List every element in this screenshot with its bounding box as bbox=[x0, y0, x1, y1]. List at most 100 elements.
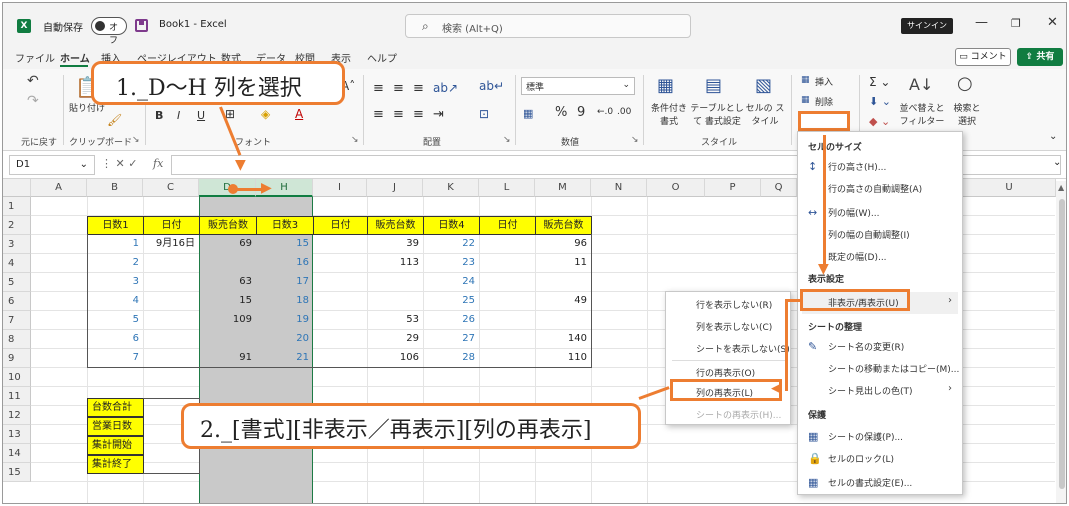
table-header-cell[interactable]: 日付 bbox=[479, 216, 536, 235]
save-icon[interactable] bbox=[135, 19, 148, 32]
italic-button[interactable]: I bbox=[177, 109, 180, 122]
autosave-toggle[interactable]: オフ bbox=[91, 17, 127, 46]
column-header[interactable]: L bbox=[479, 179, 535, 197]
restore-icon[interactable]: ❐ bbox=[1011, 17, 1021, 30]
tab-home[interactable]: ホーム bbox=[60, 50, 90, 65]
submenu-item-hide-columns[interactable]: 列を表示しない(C) bbox=[696, 320, 772, 333]
menu-item-row-autofit[interactable]: 行の高さの自動調整(A) bbox=[828, 182, 922, 195]
submenu-item-hide-rows[interactable]: 行を表示しない(R) bbox=[696, 298, 772, 311]
menu-item-column-width[interactable]: 列の幅(W)... bbox=[828, 206, 880, 219]
align-top-icon[interactable]: ≡ bbox=[373, 81, 384, 96]
column-header[interactable]: I bbox=[313, 179, 367, 197]
row-header[interactable]: 6 bbox=[3, 292, 31, 311]
merge-center-icon[interactable]: ⊡ bbox=[479, 107, 489, 121]
align-middle-icon[interactable]: ≡ bbox=[393, 81, 404, 96]
search-box[interactable]: ⌕ 検索 (Alt+Q) bbox=[405, 14, 691, 38]
summary-label[interactable]: 営業日数 bbox=[87, 417, 144, 436]
tab-file[interactable]: ファイル bbox=[15, 50, 55, 65]
table-header-cell[interactable]: 販売台数 bbox=[535, 216, 592, 235]
table-header-cell[interactable]: 日数1 bbox=[87, 216, 144, 235]
column-header[interactable]: Q bbox=[761, 179, 797, 197]
row-header[interactable]: 12 bbox=[3, 406, 31, 425]
number-format-select[interactable]: 標準 ⌄ bbox=[521, 77, 635, 95]
column-header[interactable]: A bbox=[31, 179, 87, 197]
column-header[interactable]: P bbox=[705, 179, 761, 197]
column-header[interactable]: M bbox=[535, 179, 591, 197]
font-launcher-icon[interactable]: ↘ bbox=[351, 135, 359, 145]
clear-icon[interactable]: ◆ ⌄ bbox=[869, 115, 890, 128]
align-center-icon[interactable]: ≡ bbox=[393, 107, 404, 122]
column-header[interactable]: K bbox=[423, 179, 479, 197]
decrease-decimal-icon[interactable]: .00 bbox=[617, 107, 631, 117]
table-header-cell[interactable]: 販売台数 bbox=[199, 216, 257, 235]
scroll-up-icon[interactable]: ▲ bbox=[1058, 183, 1064, 192]
align-right-icon[interactable]: ≡ bbox=[413, 107, 424, 122]
column-header[interactable]: B bbox=[87, 179, 143, 197]
menu-item-default-width[interactable]: 既定の幅(D)... bbox=[828, 250, 887, 263]
find-select-icon[interactable]: ○ bbox=[957, 73, 973, 94]
column-header[interactable]: O bbox=[647, 179, 705, 197]
menu-item-move-copy[interactable]: シートの移動またはコピー(M)... bbox=[828, 362, 959, 375]
table-header-cell[interactable]: 販売台数 bbox=[367, 216, 424, 235]
cell-style-icon[interactable]: ▧ bbox=[755, 75, 772, 96]
row-header[interactable]: 9 bbox=[3, 349, 31, 368]
orientation-icon[interactable]: ab↗ bbox=[433, 81, 458, 95]
percent-button[interactable]: % bbox=[555, 105, 567, 120]
vertical-scrollbar[interactable]: ▲ bbox=[1056, 181, 1066, 503]
row-header[interactable]: 15 bbox=[3, 463, 31, 482]
row-header[interactable]: 3 bbox=[3, 235, 31, 254]
formula-expand-icon[interactable]: ⌄ bbox=[1053, 157, 1061, 168]
menu-item-protect-sheet[interactable]: シートの保護(P)... bbox=[828, 430, 903, 443]
fill-color-icon[interactable]: ◈ bbox=[261, 107, 270, 121]
clipboard-launcher-icon[interactable]: ↘ bbox=[132, 135, 140, 145]
align-left-icon[interactable]: ≡ bbox=[373, 107, 384, 122]
row-header[interactable]: 13 bbox=[3, 425, 31, 444]
find-select-label[interactable]: 検索と 選択 bbox=[949, 101, 985, 127]
select-all-corner[interactable] bbox=[3, 179, 31, 197]
delete-cells-button[interactable]: 削除 bbox=[815, 95, 833, 108]
row-header[interactable]: 10 bbox=[3, 368, 31, 387]
increase-decimal-icon[interactable]: ←.0 bbox=[597, 107, 613, 117]
menu-item-row-height[interactable]: 行の高さ(H)... bbox=[828, 160, 886, 173]
summary-label[interactable]: 集計開始 bbox=[87, 436, 144, 455]
summary-label[interactable]: 集計終了 bbox=[87, 455, 144, 474]
share-button[interactable]: ⇪ 共有 bbox=[1017, 48, 1063, 66]
row-header[interactable]: 4 bbox=[3, 254, 31, 273]
currency-icon[interactable]: ▦ bbox=[523, 107, 533, 120]
row-header[interactable]: 1 bbox=[3, 197, 31, 216]
undo-icon[interactable]: ↶ bbox=[27, 73, 39, 89]
font-color-icon[interactable]: A bbox=[295, 107, 303, 121]
cancel-icon[interactable]: ⋮ ✕ ✓ bbox=[101, 157, 137, 170]
insert-cells-icon[interactable]: ▦ bbox=[801, 75, 810, 85]
comma-button[interactable]: 9 bbox=[577, 105, 585, 120]
column-header[interactable]: J bbox=[367, 179, 423, 197]
conditional-format-icon[interactable]: ▦ bbox=[657, 75, 674, 96]
tab-help[interactable]: ヘルプ bbox=[367, 50, 397, 65]
wrap-text-icon[interactable]: ab↵ bbox=[479, 79, 504, 93]
submenu-item-unhide-rows[interactable]: 行の再表示(O) bbox=[696, 366, 755, 379]
sort-filter-label[interactable]: 並べ替えと フィルター bbox=[899, 101, 945, 127]
table-header-cell[interactable]: 日数3 bbox=[256, 216, 314, 235]
delete-cells-icon[interactable]: ▦ bbox=[801, 95, 810, 105]
close-icon[interactable]: ✕ bbox=[1047, 15, 1058, 30]
table-header-cell[interactable]: 日付 bbox=[313, 216, 368, 235]
menu-item-rename-sheet[interactable]: シート名の変更(R) bbox=[828, 340, 904, 353]
table-header-cell[interactable]: 日付 bbox=[143, 216, 200, 235]
column-header[interactable]: N bbox=[591, 179, 647, 197]
row-header[interactable]: 11 bbox=[3, 387, 31, 406]
scroll-thumb[interactable] bbox=[1059, 199, 1065, 489]
row-header[interactable]: 14 bbox=[3, 444, 31, 463]
table-header-cell[interactable]: 日数4 bbox=[423, 216, 480, 235]
align-bottom-icon[interactable]: ≡ bbox=[413, 81, 424, 96]
minimize-icon[interactable]: — bbox=[975, 15, 988, 30]
comment-button[interactable]: ▭ コメント bbox=[955, 48, 1011, 66]
insert-cells-button[interactable]: 挿入 bbox=[815, 75, 833, 88]
row-header[interactable]: 5 bbox=[3, 273, 31, 292]
row-header[interactable]: 8 bbox=[3, 330, 31, 349]
indent-icon[interactable]: ⇥ bbox=[433, 107, 444, 122]
menu-item-column-autofit[interactable]: 列の幅の自動調整(I) bbox=[828, 228, 910, 241]
signin-button[interactable]: サインイン bbox=[901, 18, 953, 34]
cell-style-label[interactable]: セルの スタイル bbox=[745, 101, 785, 127]
conditional-format-label[interactable]: 条件付き 書式 bbox=[649, 101, 689, 127]
menu-item-format-cells[interactable]: セルの書式設定(E)... bbox=[828, 476, 912, 489]
